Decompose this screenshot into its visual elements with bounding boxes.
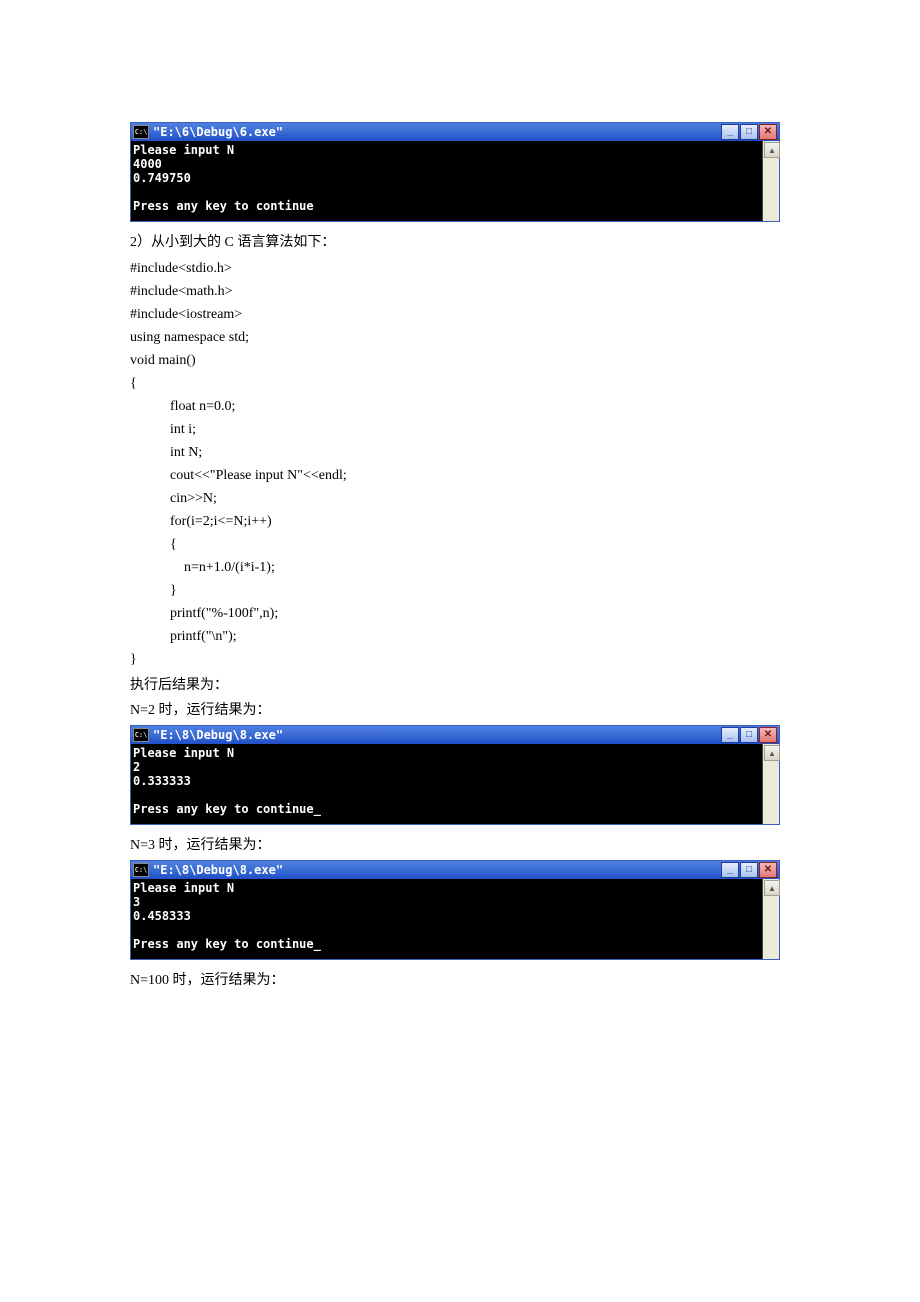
n2-caption: N=2 时，运行结果为： [130, 700, 790, 721]
console-window-1: "E:\6\Debug\6.exe" _ □ ✕ Please input N … [130, 122, 780, 222]
maximize-button[interactable]: □ [740, 862, 758, 878]
n3-caption: N=3 时，运行结果为： [130, 835, 790, 856]
maximize-button[interactable]: □ [740, 124, 758, 140]
code-line: for(i=2;i<=N;i++) [130, 510, 790, 533]
cmd-icon [133, 863, 149, 877]
scroll-up-button[interactable]: ▲ [764, 745, 780, 761]
minimize-button[interactable]: _ [721, 727, 739, 743]
scroll-up-button[interactable]: ▲ [764, 142, 780, 158]
code-line: #include<math.h> [130, 280, 790, 303]
window-title: "E:\8\Debug\8.exe" [153, 728, 283, 742]
code-line: printf("%-100f",n); [130, 602, 790, 625]
scrollbar[interactable]: ▲ [763, 744, 779, 824]
code-line: } [130, 579, 790, 602]
console-window-3: "E:\8\Debug\8.exe" _ □ ✕ Please input N … [130, 860, 780, 960]
code-line: { [130, 372, 790, 395]
code-line: n=n+1.0/(i*i-1); [130, 556, 790, 579]
scroll-up-button[interactable]: ▲ [764, 880, 780, 896]
titlebar: "E:\6\Debug\6.exe" _ □ ✕ [131, 123, 779, 141]
close-button[interactable]: ✕ [759, 862, 777, 878]
result-heading: 执行后结果为： [130, 675, 790, 696]
maximize-button[interactable]: □ [740, 727, 758, 743]
code-line: using namespace std; [130, 326, 790, 349]
console-window-2: "E:\8\Debug\8.exe" _ □ ✕ Please input N … [130, 725, 780, 825]
code-line: cin>>N; [130, 487, 790, 510]
scrollbar[interactable]: ▲ [763, 141, 779, 221]
titlebar: "E:\8\Debug\8.exe" _ □ ✕ [131, 861, 779, 879]
code-line: float n=0.0; [130, 395, 790, 418]
code-line: #include<stdio.h> [130, 257, 790, 280]
algo-heading: 2）从小到大的 C 语言算法如下： [130, 232, 790, 253]
titlebar: "E:\8\Debug\8.exe" _ □ ✕ [131, 726, 779, 744]
window-title: "E:\6\Debug\6.exe" [153, 125, 283, 139]
window-title: "E:\8\Debug\8.exe" [153, 863, 283, 877]
console-output: Please input N 4000 0.749750 Press any k… [131, 141, 763, 221]
code-line: { [130, 533, 790, 556]
code-line: int i; [130, 418, 790, 441]
close-button[interactable]: ✕ [759, 727, 777, 743]
minimize-button[interactable]: _ [721, 124, 739, 140]
cmd-icon [133, 728, 149, 742]
n100-caption: N=100 时，运行结果为： [130, 970, 790, 991]
console-output: Please input N 3 0.458333 Press any key … [131, 879, 763, 959]
console-output: Please input N 2 0.333333 Press any key … [131, 744, 763, 824]
code-line: #include<iostream> [130, 303, 790, 326]
code-line: printf("\n"); [130, 625, 790, 648]
code-line: void main() [130, 349, 790, 372]
close-button[interactable]: ✕ [759, 124, 777, 140]
cmd-icon [133, 125, 149, 139]
code-line: } [130, 648, 790, 671]
minimize-button[interactable]: _ [721, 862, 739, 878]
code-line: cout<<"Please input N"<<endl; [130, 464, 790, 487]
code-line: int N; [130, 441, 790, 464]
scrollbar[interactable]: ▲ [763, 879, 779, 959]
